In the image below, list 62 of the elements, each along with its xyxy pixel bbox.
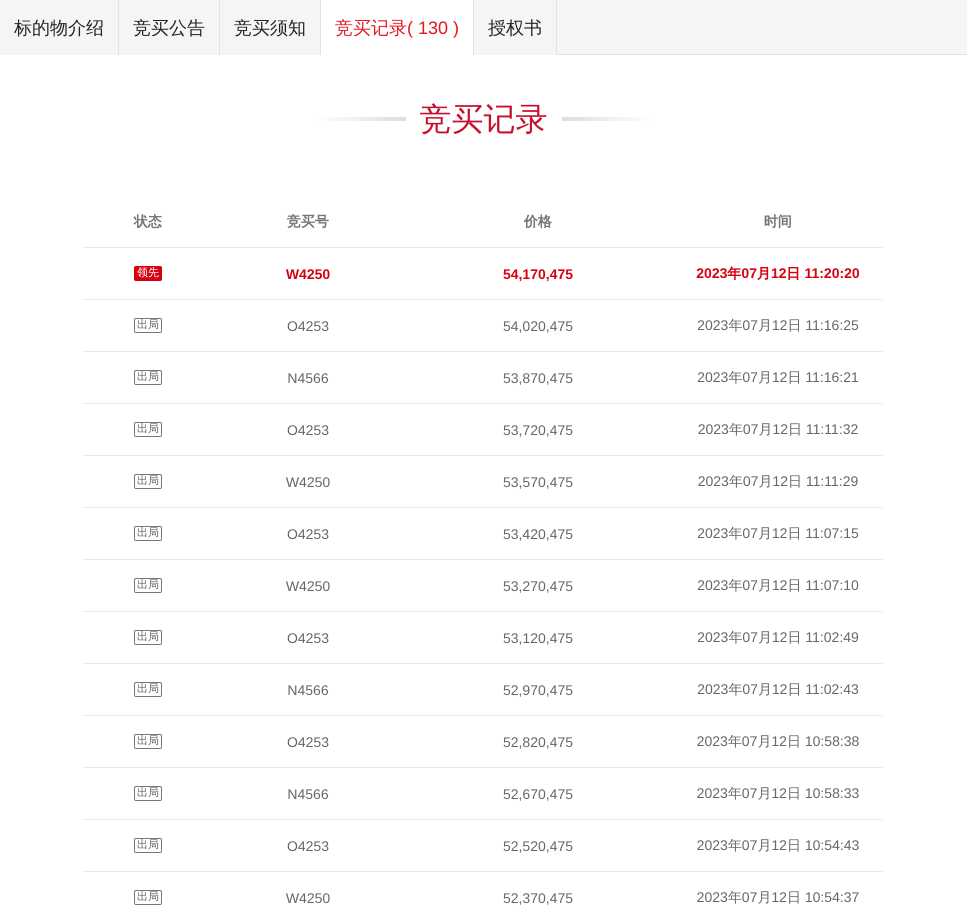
status-tag: 出局 [134, 838, 162, 853]
table-cell-text: O4253 [286, 526, 330, 542]
column-header: 状态 [132, 213, 163, 231]
table-cell-text: N4566 [286, 786, 330, 802]
table-cell-text: 53,870,475 [502, 370, 574, 386]
status-tag: 出局 [134, 890, 162, 905]
table-cell-text: 53,270,475 [502, 578, 574, 594]
status-tag: 领先 [134, 266, 162, 281]
table-cell-text: N4566 [286, 370, 330, 386]
status-tag: 出局 [134, 474, 162, 489]
table-cell-text: W4250 [284, 474, 332, 490]
status-tag: 出局 [134, 682, 162, 697]
status-tag: 出局 [134, 526, 162, 541]
tab[interactable]: 竞买须知 [220, 0, 321, 55]
tab[interactable]: 竞买记录( 130 ) [321, 0, 474, 55]
status-tag: 出局 [134, 370, 162, 385]
table-cell-text: O4253 [286, 422, 330, 438]
table-cell-text: 2023年07月12日 11:16:21 [696, 368, 860, 386]
table-cell-text: 2023年07月12日 10:58:38 [696, 732, 860, 750]
status-tag: 出局 [134, 318, 162, 333]
status-tag: 出局 [134, 630, 162, 645]
table-cell-text: 2023年07月12日 10:58:33 [696, 784, 860, 802]
table-cell-text: 2023年07月12日 10:54:43 [696, 836, 860, 854]
table-cell-text: 2023年07月12日 11:02:43 [696, 680, 860, 698]
table-cell-text: 2023年07月12日 11:07:15 [696, 524, 860, 542]
status-tag: 出局 [134, 734, 162, 749]
table-cell-text: O4253 [286, 838, 330, 854]
table-cell-text: W4250 [284, 266, 332, 282]
status-tag: 出局 [134, 422, 162, 437]
column-header: 时间 [763, 213, 793, 231]
table-cell-text: O4253 [286, 630, 330, 646]
table-cell-text: 52,370,475 [502, 890, 574, 906]
table-cell-text: 2023年07月12日 11:07:10 [696, 576, 860, 594]
tab[interactable]: 竞买公告 [119, 0, 220, 55]
table-cell-text: 54,020,475 [502, 318, 574, 334]
table-cell-text: 53,570,475 [502, 474, 574, 490]
table-cell-text: 52,970,475 [502, 682, 574, 698]
table-cell-text: 2023年07月12日 11:02:49 [696, 628, 860, 646]
table-cell-text: 2023年07月12日 11:20:20 [695, 264, 861, 282]
table-cell-text: 52,820,475 [502, 734, 574, 750]
table-cell-text: O4253 [286, 318, 330, 334]
table-cell-text: 2023年07月12日 11:16:25 [696, 316, 860, 334]
table-cell-text: 52,520,475 [502, 838, 574, 854]
table-cell-text: 2023年07月12日 10:54:37 [696, 888, 860, 906]
status-tag: 出局 [134, 578, 162, 593]
column-header: 价格 [522, 213, 553, 231]
section-title: 竞买记录 [420, 100, 548, 139]
table-cell-text: N4566 [286, 682, 330, 698]
table-cell-text: 54,170,475 [502, 266, 574, 282]
table-cell-text: O4253 [286, 734, 330, 750]
table-cell-text: 2023年07月12日 11:11:29 [696, 472, 860, 490]
table-cell-text: W4250 [284, 890, 332, 906]
tab[interactable]: 标的物介绍 [0, 0, 119, 55]
table-cell-text: W4250 [284, 578, 332, 594]
tab[interactable]: 授权书 [474, 0, 558, 55]
table-cell-text: 53,720,475 [502, 422, 574, 438]
table-cell-text: 2023年07月12日 11:11:32 [696, 420, 860, 438]
table-cell-text: 53,420,475 [502, 526, 574, 542]
table-cell-text: 53,120,475 [502, 630, 574, 646]
status-tag: 出局 [134, 786, 162, 801]
column-header: 竞买号 [286, 213, 330, 231]
table-cell-text: 52,670,475 [502, 786, 574, 802]
